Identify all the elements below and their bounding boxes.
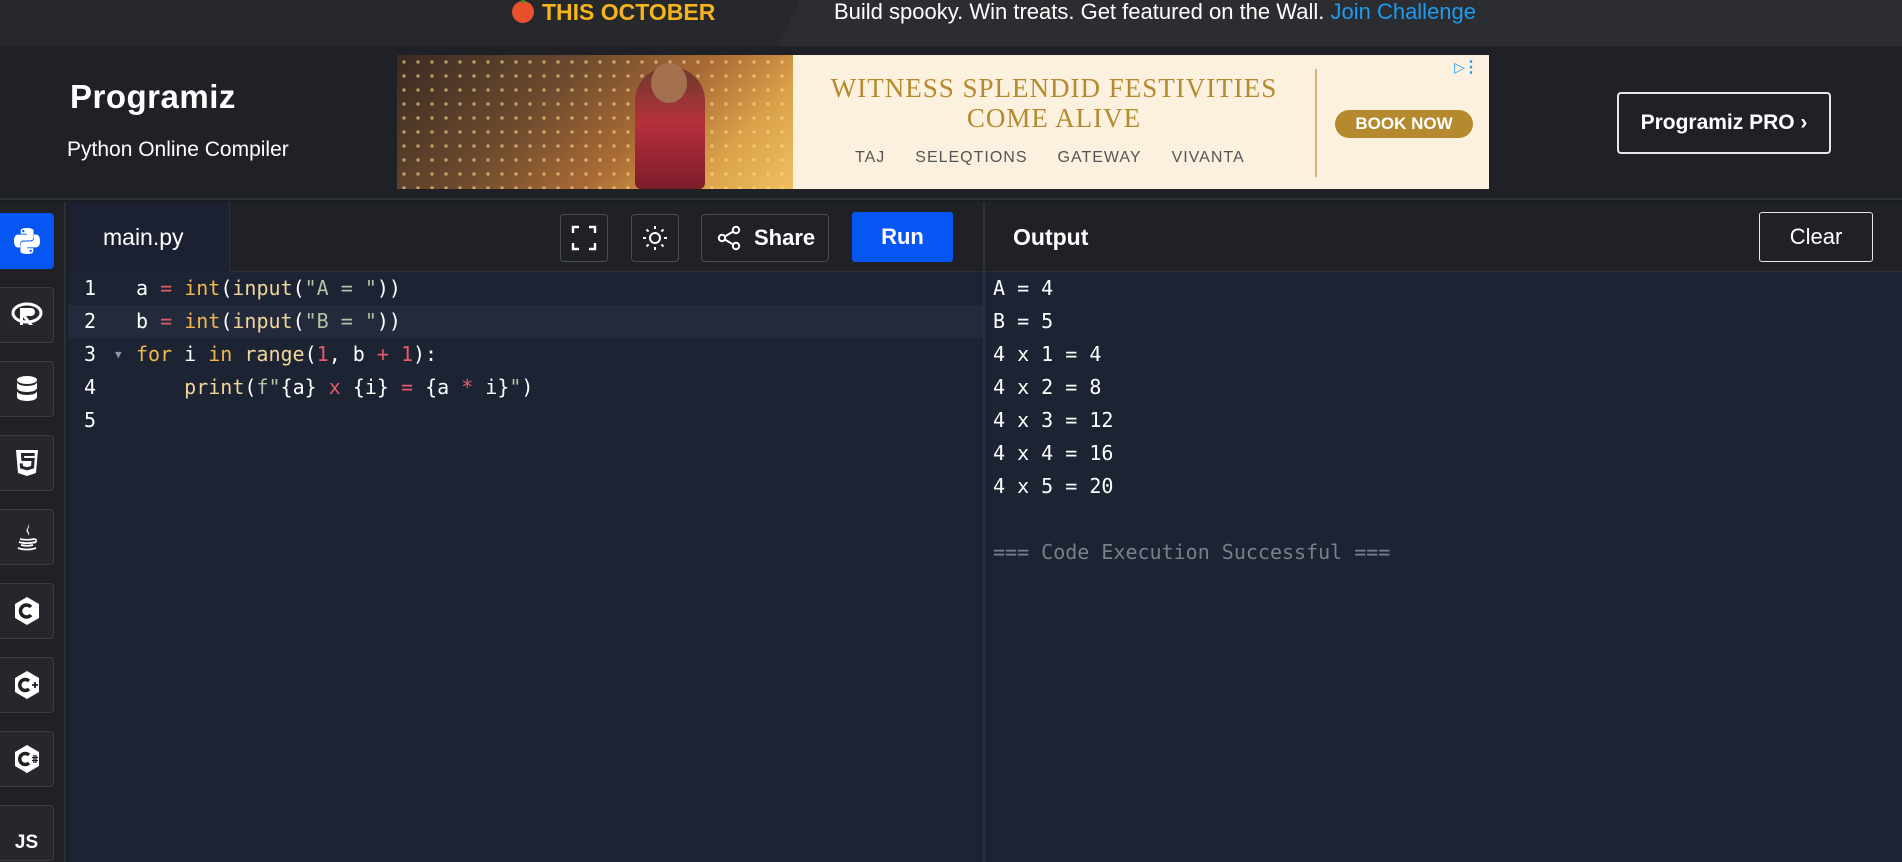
code-text: for i in range(1, b + 1):	[136, 342, 438, 366]
ad-divider	[1315, 69, 1317, 177]
ad-headline: WITNESS SPLENDID FESTIVITIES COME ALIVE	[797, 73, 1311, 133]
promo-label: THIS OCTOBER	[512, 0, 716, 25]
ad-person-head	[651, 63, 687, 103]
line-number: 5	[84, 408, 97, 432]
line-number: 4	[84, 375, 97, 399]
language-java[interactable]	[0, 509, 54, 565]
ad-brand: GATEWAY	[1057, 149, 1142, 166]
code-line[interactable]: 3 ▼ for i in range(1, b + 1):	[68, 338, 983, 371]
javascript-icon: JS	[14, 832, 39, 853]
cpp-icon	[14, 671, 39, 699]
output-title: Output	[1013, 224, 1089, 250]
ad-book-now-button[interactable]: BOOK NOW	[1335, 110, 1473, 138]
advertisement-banner[interactable]: WITNESS SPLENDID FESTIVITIES COME ALIVE …	[397, 55, 1489, 189]
page-subtitle: Python Online Compiler	[67, 138, 289, 161]
editor-toolbar: main.py Share Run	[68, 202, 983, 272]
share-label: Share	[754, 225, 816, 250]
output-line: 4 x 2 = 8	[993, 375, 1102, 399]
fold-arrow-icon[interactable]: ▼	[115, 338, 122, 371]
fullscreen-icon	[571, 225, 597, 251]
pumpkin-icon	[512, 0, 534, 23]
sun-icon	[643, 226, 667, 250]
code-line-active[interactable]: 2 b = int(input("B = "))	[68, 305, 983, 338]
code-line[interactable]: 5	[68, 404, 983, 437]
language-sidebar: JS	[0, 202, 66, 862]
c-icon	[14, 597, 39, 625]
java-icon	[17, 524, 37, 551]
tab-main-py[interactable]: main.py	[68, 202, 230, 272]
site-header: Programiz Python Online Compiler WITNESS…	[0, 46, 1902, 200]
csharp-icon	[14, 745, 39, 773]
language-csharp[interactable]	[0, 731, 54, 787]
line-number: 1	[84, 276, 97, 300]
run-button[interactable]: Run	[852, 212, 953, 262]
share-icon	[717, 225, 741, 251]
programiz-logo[interactable]: Programiz	[70, 78, 236, 116]
share-button[interactable]: Share	[701, 214, 829, 262]
fullscreen-button[interactable]	[560, 214, 608, 262]
language-r[interactable]	[0, 287, 54, 343]
ad-headline-line-2: COME ALIVE	[966, 103, 1142, 133]
promo-message-text: Build spooky. Win treats. Get featured o…	[834, 0, 1325, 24]
ad-brand: SELEQTIONS	[915, 149, 1028, 166]
language-sql[interactable]	[0, 361, 54, 417]
output-line: A = 4	[993, 276, 1054, 300]
ad-brand: VIVANTA	[1171, 149, 1245, 166]
code-editor[interactable]: 1 a = int(input("A = ")) 2 b = int(input…	[68, 272, 983, 862]
line-number: 3	[84, 342, 97, 366]
code-line[interactable]: 4 print(f"{a} x {i} = {a * i}")	[68, 371, 983, 404]
output-line: 4 x 1 = 4	[993, 342, 1102, 366]
output-line: 4 x 3 = 12	[993, 408, 1114, 432]
language-cpp[interactable]	[0, 657, 54, 713]
clear-button[interactable]: Clear	[1759, 212, 1873, 262]
r-icon	[11, 302, 42, 325]
ad-menu-icon[interactable]: ⋮	[1463, 57, 1479, 77]
promo-message: Build spooky. Win treats. Get featured o…	[834, 0, 1476, 24]
execution-status: === Code Execution Successful ===	[993, 540, 1391, 564]
output-line: 4 x 4 = 16	[993, 441, 1114, 465]
programiz-pro-button[interactable]: Programiz PRO ›	[1617, 92, 1831, 154]
code-text: print(f"{a} x {i} = {a * i}")	[184, 375, 534, 399]
output-toolbar: Output Clear	[983, 202, 1902, 272]
html5-icon	[15, 450, 38, 476]
output-line: B = 5	[993, 309, 1054, 333]
output-line: 4 x 5 = 20	[993, 474, 1114, 498]
language-html[interactable]	[0, 435, 54, 491]
language-javascript[interactable]: JS	[0, 805, 54, 861]
ad-headline-line-1: WITNESS SPLENDID FESTIVITIES	[830, 73, 1278, 103]
database-icon	[16, 376, 37, 401]
join-challenge-link[interactable]: Join Challenge	[1330, 0, 1476, 24]
promo-text: THIS OCTOBER	[542, 0, 716, 25]
promo-banner: THIS OCTOBER Build spooky. Win treats. G…	[0, 0, 1902, 46]
language-python[interactable]	[0, 213, 54, 269]
language-c[interactable]	[0, 583, 54, 639]
code-text: a = int(input("A = "))	[136, 276, 401, 300]
output-console[interactable]: A = 4 B = 5 4 x 1 = 4 4 x 2 = 8 4 x 3 = …	[983, 272, 1902, 862]
ad-brand: TAJ	[855, 149, 886, 166]
ad-lights	[397, 55, 793, 189]
theme-toggle-button[interactable]	[631, 214, 679, 262]
code-line[interactable]: 1 a = int(input("A = "))	[68, 272, 983, 305]
code-text: b = int(input("B = "))	[136, 309, 401, 333]
python-icon	[13, 228, 40, 254]
line-number: 2	[84, 309, 97, 333]
ad-brands: TAJ SELEQTIONS GATEWAY VIVANTA	[855, 149, 1245, 167]
